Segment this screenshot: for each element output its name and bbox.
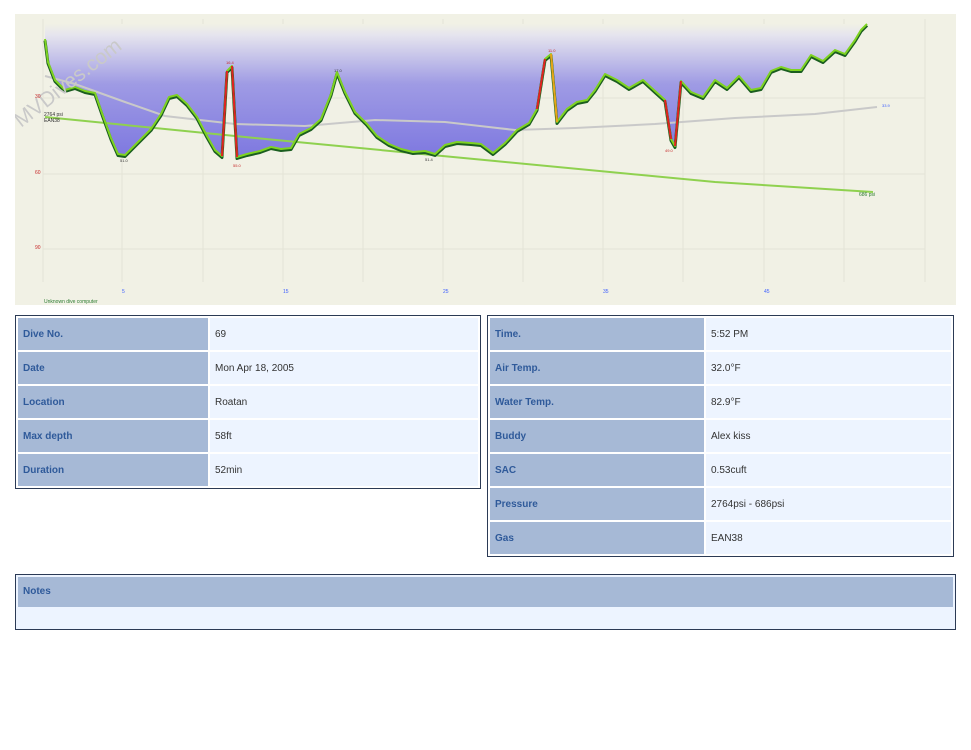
- time-tick-35: 35: [603, 289, 609, 295]
- table-row: Time. 5:52 PM: [490, 318, 951, 350]
- duration-value: 52min: [210, 454, 478, 486]
- max-depth-label: Max depth: [18, 420, 208, 452]
- peak-label: 16.4: [226, 60, 235, 65]
- dive-number-value: 69: [210, 318, 478, 350]
- date-label: Date: [18, 352, 208, 384]
- sac-value: 0.53cuft: [706, 454, 951, 486]
- depth-tick-60: 60: [35, 170, 41, 176]
- table-row: Pressure 2764psi - 686psi: [490, 488, 951, 520]
- peak-label: 11.0: [548, 48, 556, 53]
- gas-label: EAN38: [44, 118, 60, 124]
- table-row: Date Mon Apr 18, 2005: [18, 352, 478, 384]
- dive-conditions-table: Time. 5:52 PM Air Temp. 32.0°F Water Tem…: [487, 315, 954, 557]
- buddy-value: Alex kiss: [706, 420, 951, 452]
- dive-number-label: Dive No.: [18, 318, 208, 350]
- pressure-label: Pressure: [490, 488, 704, 520]
- time-tick-15: 15: [283, 289, 289, 295]
- peak-label: 49.0: [665, 148, 674, 153]
- depth-tick-90: 90: [35, 245, 41, 251]
- air-temp-value: 32.0°F: [706, 352, 951, 384]
- gas-value: EAN38: [706, 522, 951, 554]
- water-temp-label: Water Temp.: [490, 386, 704, 418]
- location-value: Roatan: [210, 386, 478, 418]
- table-row: Buddy Alex kiss: [490, 420, 951, 452]
- table-row: Location Roatan: [18, 386, 478, 418]
- table-row: Duration 52min: [18, 454, 478, 486]
- time-tick-25: 25: [443, 289, 449, 295]
- notes-body: [16, 609, 955, 613]
- time-value: 5:52 PM: [706, 318, 951, 350]
- right-scale-label: 33.9: [882, 103, 891, 108]
- location-label: Location: [18, 386, 208, 418]
- max-depth-value: 58ft: [210, 420, 478, 452]
- time-tick-5: 5: [122, 289, 125, 295]
- water-temp-value: 82.9°F: [706, 386, 951, 418]
- peak-label: 51.0: [120, 158, 129, 163]
- sac-label: SAC: [490, 454, 704, 486]
- time-tick-45: 45: [764, 289, 770, 295]
- table-row: SAC 0.53cuft: [490, 454, 951, 486]
- table-row: Air Temp. 32.0°F: [490, 352, 951, 384]
- dive-summary-table: Dive No. 69 Date Mon Apr 18, 2005 Locati…: [15, 315, 481, 489]
- dive-computer-label: Unknown dive computer: [44, 299, 98, 305]
- depth-tick-30: 30: [35, 94, 41, 100]
- notes-panel: Notes: [15, 574, 956, 630]
- notes-header: Notes: [18, 577, 953, 607]
- air-temp-label: Air Temp.: [490, 352, 704, 384]
- end-pressure-label: 686 psi: [859, 192, 875, 198]
- table-row: Max depth 58ft: [18, 420, 478, 452]
- duration-label: Duration: [18, 454, 208, 486]
- peak-label: 51.4: [425, 157, 434, 162]
- table-row: Dive No. 69: [18, 318, 478, 350]
- table-row: Gas EAN38: [490, 522, 951, 554]
- table-row: Water Temp. 82.9°F: [490, 386, 951, 418]
- gas-label: Gas: [490, 522, 704, 554]
- dive-profile-chart: MVDives.com 2764 psi EAN38 686 psi 33.9 …: [15, 14, 956, 305]
- buddy-label: Buddy: [490, 420, 704, 452]
- peak-label: 17.0: [334, 68, 343, 73]
- pressure-value: 2764psi - 686psi: [706, 488, 951, 520]
- time-label: Time.: [490, 318, 704, 350]
- peak-label: 55.0: [233, 163, 242, 168]
- date-value: Mon Apr 18, 2005: [210, 352, 478, 384]
